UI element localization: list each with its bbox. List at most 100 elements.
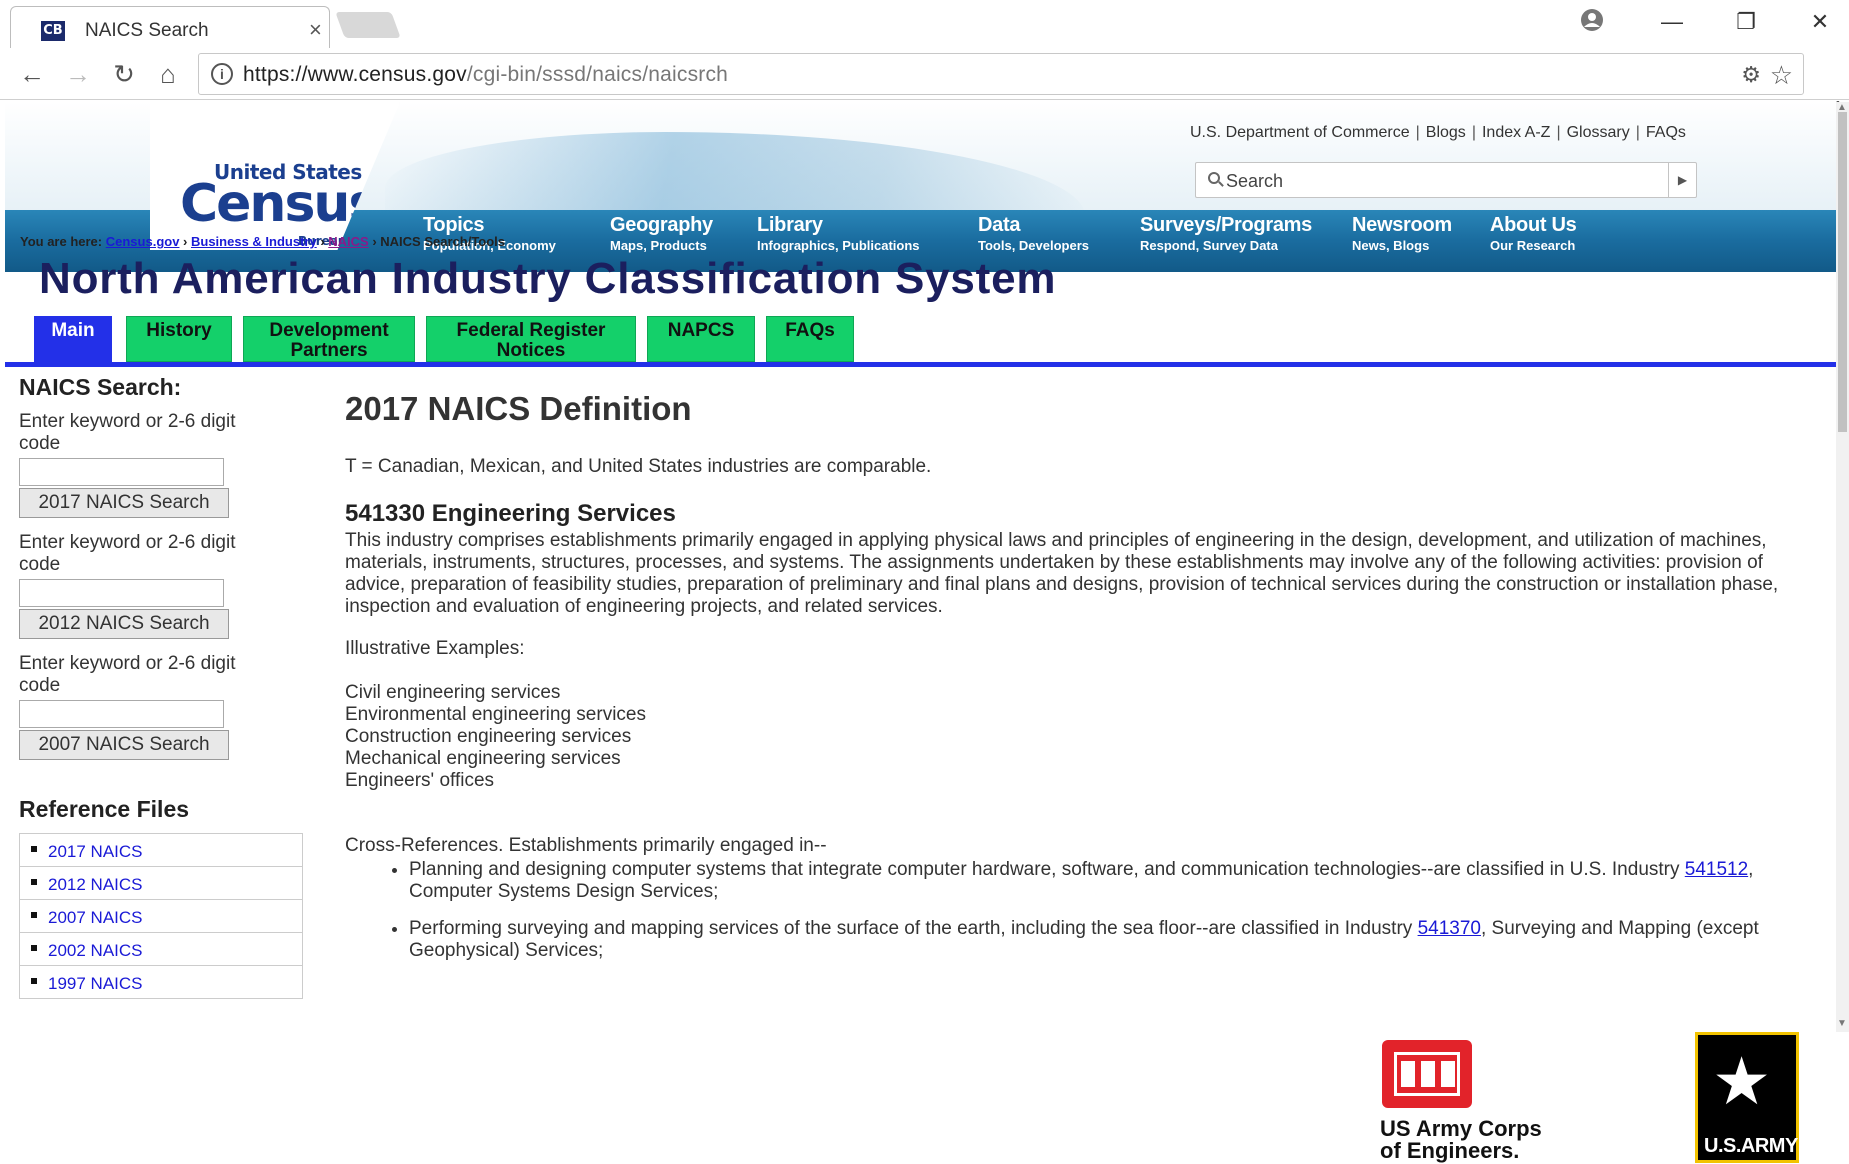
section-tabs: Main History Development Partners Federa… [5, 316, 1838, 366]
list-item: Performing surveying and mapping service… [409, 918, 1825, 962]
xref-link-541370[interactable]: 541370 [1418, 918, 1481, 939]
search-2007-input[interactable] [19, 700, 224, 728]
minimize-icon[interactable]: — [1642, 6, 1702, 38]
page-scrollbar[interactable]: ▲ ▼ [1836, 102, 1849, 1032]
bullet-icon [31, 846, 37, 852]
search-prompt: Enter keyword or 2-6 digit code [19, 532, 236, 575]
usace-castle-logo [1382, 1040, 1472, 1108]
blocked-content-icon[interactable]: ⚙ [1741, 62, 1761, 88]
search-2007: Enter keyword or 2-6 digit code 2007 NAI… [19, 653, 269, 760]
restore-icon[interactable]: ❐ [1716, 6, 1776, 38]
reference-files-heading: Reference Files [19, 796, 190, 822]
back-arrow-icon[interactable]: ← [16, 58, 48, 90]
util-link-index[interactable]: Index A-Z [1482, 124, 1550, 141]
tab-development-partners[interactable]: Development Partners [243, 316, 415, 362]
ref-link-2002[interactable]: 2002 NAICS [48, 941, 143, 961]
tabs-underline [5, 362, 1838, 367]
breadcrumb-business[interactable]: Business & Industry [191, 234, 317, 249]
list-item: 2007 NAICS [19, 900, 303, 933]
tab-history[interactable]: History [126, 316, 232, 362]
reference-files-list: 2017 NAICS 2012 NAICS 2007 NAICS 2002 NA… [19, 833, 303, 999]
search-2017: Enter keyword or 2-6 digit code 2017 NAI… [19, 411, 269, 518]
industry-code-title: 541330 Engineering Services [345, 500, 676, 527]
browser-tab[interactable]: CB NAICS Search × [10, 6, 330, 48]
sidebar: NAICS Search: Enter keyword or 2-6 digit… [19, 374, 303, 999]
scroll-thumb[interactable] [1838, 112, 1847, 432]
search-2017-input[interactable] [19, 458, 224, 486]
bullet-icon [31, 912, 37, 918]
util-link-blogs[interactable]: Blogs [1426, 124, 1466, 141]
search-2012-input[interactable] [19, 579, 224, 607]
url-text[interactable]: https://www.census.gov/cgi-bin/sssd/naic… [243, 63, 728, 87]
util-link-commerce[interactable]: U.S. Department of Commerce [1190, 124, 1410, 141]
search-2017-button[interactable]: 2017 NAICS Search [19, 488, 229, 518]
search-prompt: Enter keyword or 2-6 digit code [19, 653, 236, 696]
list-item: Construction engineering services [345, 726, 632, 747]
page-viewport: United States Census Bureau U.S. Departm… [5, 102, 1838, 1032]
search-icon [1208, 172, 1220, 184]
new-tab-button[interactable] [335, 12, 401, 38]
site-search-placeholder: Search [1226, 171, 1284, 191]
list-item: 2012 NAICS [19, 867, 303, 900]
breadcrumb-current: NAICS Search/Tools [380, 234, 506, 249]
list-item: Environmental engineering services [345, 704, 646, 725]
breadcrumb-naics[interactable]: NAICS [328, 234, 368, 249]
us-army-logo: ★ U.S.ARMY [1695, 1032, 1799, 1163]
tab-faqs[interactable]: FAQs [766, 316, 854, 362]
site-info-icon[interactable]: i [211, 63, 233, 85]
bullet-icon [31, 879, 37, 885]
site-search-input[interactable]: Search ▶ [1195, 162, 1697, 198]
tab-napcs[interactable]: NAPCS [647, 316, 755, 362]
tab-main[interactable]: Main [34, 316, 112, 366]
window-close-icon[interactable]: ✕ [1790, 6, 1849, 38]
illustrative-label: Illustrative Examples: [345, 638, 525, 659]
nav-geography[interactable]: Geography Maps, Products [610, 214, 713, 253]
census-favicon-icon: CB [41, 21, 65, 41]
footer-logos: US Army Corps of Engineers. ★ U.S.ARMY [0, 1032, 1849, 1163]
cross-references-label: Cross-References. Establishments primari… [345, 835, 827, 856]
list-item: Mechanical engineering services [345, 748, 621, 769]
search-2012: Enter keyword or 2-6 digit code 2012 NAI… [19, 532, 269, 639]
profile-icon[interactable] [1580, 8, 1604, 32]
search-submit-icon[interactable]: ▶ [1668, 163, 1696, 197]
util-link-faqs[interactable]: FAQs [1646, 124, 1686, 141]
ref-link-2017[interactable]: 2017 NAICS [48, 842, 143, 862]
nav-newsroom[interactable]: Newsroom News, Blogs [1352, 214, 1452, 253]
breadcrumb: You are here: Census.gov › Business & In… [20, 234, 506, 249]
castle-icon [1394, 1052, 1460, 1096]
util-link-glossary[interactable]: Glossary [1567, 124, 1630, 141]
list-item: 1997 NAICS [19, 966, 303, 999]
army-label: U.S.ARMY [1704, 1135, 1798, 1157]
reload-icon[interactable]: ↻ [108, 58, 140, 90]
comparability-note: T = Canadian, Mexican, and United States… [345, 456, 932, 477]
definition-content: 2017 NAICS Definition T = Canadian, Mexi… [345, 390, 1825, 977]
search-2012-button[interactable]: 2012 NAICS Search [19, 609, 229, 639]
list-item: Civil engineering services [345, 682, 561, 703]
tab-close-icon[interactable]: × [309, 17, 322, 43]
bookmark-star-icon[interactable]: ☆ [1770, 60, 1793, 91]
tab-title: NAICS Search [85, 20, 209, 41]
industry-description: This industry comprises establishments p… [345, 530, 1779, 617]
ref-link-1997[interactable]: 1997 NAICS [48, 974, 143, 994]
address-bar[interactable]: i https://www.census.gov/cgi-bin/sssd/na… [198, 53, 1804, 95]
xref-link-541512[interactable]: 541512 [1685, 859, 1748, 880]
home-icon[interactable]: ⌂ [152, 58, 184, 90]
definition-title: 2017 NAICS Definition [345, 390, 692, 427]
nav-surveys[interactable]: Surveys/Programs Respond, Survey Data [1140, 214, 1312, 253]
nav-about[interactable]: About Us Our Research [1490, 214, 1577, 253]
examples-list: Civil engineering services Environmental… [345, 682, 1825, 792]
nav-data[interactable]: Data Tools, Developers [978, 214, 1089, 253]
search-2007-button[interactable]: 2007 NAICS Search [19, 730, 229, 760]
list-item: Planning and designing computer systems … [409, 859, 1825, 903]
forward-arrow-icon[interactable]: → [62, 58, 94, 90]
naics-search-heading: NAICS Search: [19, 374, 182, 400]
list-item: Engineers' offices [345, 770, 495, 791]
ref-link-2007[interactable]: 2007 NAICS [48, 908, 143, 928]
list-item: 2002 NAICS [19, 933, 303, 966]
star-icon: ★ [1712, 1043, 1772, 1120]
scroll-down-icon[interactable]: ▼ [1837, 1018, 1847, 1029]
breadcrumb-census[interactable]: Census.gov [106, 234, 180, 249]
tab-federal-register[interactable]: Federal Register Notices [426, 316, 636, 362]
ref-link-2012[interactable]: 2012 NAICS [48, 875, 143, 895]
nav-library[interactable]: Library Infographics, Publications [757, 214, 920, 253]
